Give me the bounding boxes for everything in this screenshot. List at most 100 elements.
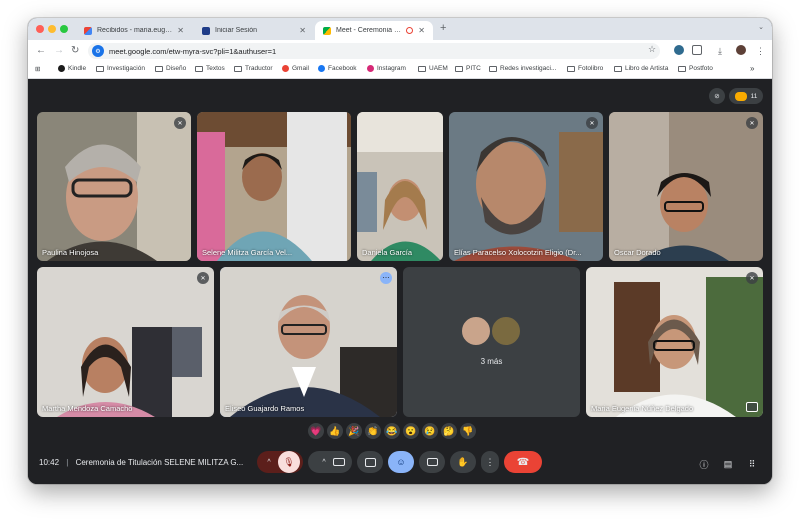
present-screen-button[interactable] [357, 451, 383, 473]
bookmark-label: Diseño [166, 65, 187, 72]
tab-strip: Recibidos - maria.eugenia@uaem.mx ✕ Inic… [28, 18, 772, 40]
participant-tile[interactable]: ✕ Oscar Dorado [609, 112, 763, 261]
bookmark-gmail[interactable]: Gmail [282, 65, 309, 72]
participant-tile[interactable]: Selene Militza García Vel... [197, 112, 351, 261]
camera-button[interactable] [333, 458, 345, 466]
reactions-bar: 💗 👍 🎉 👏 😂 😮 😢 🤔 👎 [308, 422, 476, 440]
kindle-icon [58, 65, 65, 72]
others-tile[interactable]: 3 más [403, 267, 580, 417]
reaction-thumbs-up-icon[interactable]: 👍 [327, 423, 343, 439]
participant-name: Daniela García [362, 248, 413, 257]
hand-icon: ✋ [457, 456, 469, 467]
tab-iniciar-sesion[interactable]: Iniciar Sesión ✕ [194, 21, 314, 40]
video-feed-oscar [609, 112, 763, 261]
reaction-thumbs-down-icon[interactable]: 👎 [460, 423, 476, 439]
bookmarks-overflow-button[interactable]: » [750, 64, 754, 73]
folder-icon [195, 65, 203, 72]
bookmark-diseno[interactable]: Diseño [155, 65, 186, 72]
bookmark-postfoto[interactable]: Postfoto [678, 65, 713, 72]
captions-button[interactable] [419, 451, 445, 473]
more-options-icon[interactable]: ⋯ [380, 272, 392, 284]
back-arrow-icon[interactable]: ← [36, 44, 46, 58]
tab-gmail[interactable]: Recibidos - maria.eugenia@uaem.mx ✕ [76, 21, 192, 40]
video-feed-paulina [37, 112, 191, 261]
raise-hand-button[interactable]: ✋ [450, 451, 476, 473]
bookmark-pitc[interactable]: PITC [455, 65, 481, 72]
participant-tile-speaking[interactable]: ⋯ Eliseo Guajardo Ramos [220, 267, 397, 417]
uaem-icon [202, 26, 210, 35]
chat-icon[interactable]: ▤ [721, 457, 735, 471]
forward-arrow-icon[interactable]: → [54, 44, 64, 58]
reaction-sad-icon[interactable]: 😢 [422, 423, 438, 439]
reaction-heart-icon[interactable]: 💗 [308, 423, 324, 439]
reload-icon[interactable]: ↻ [71, 44, 79, 58]
participant-tile[interactable]: ✕ Elías Paracelso Xolocotzin Eligio (Dr.… [449, 112, 603, 261]
zoom-window-button[interactable] [60, 25, 68, 33]
meeting-details-icon[interactable]: ⓘ [697, 457, 711, 471]
bookmark-star-icon[interactable]: ☆ [648, 44, 656, 55]
bookmark-kindle[interactable]: Kindle [58, 65, 86, 72]
close-window-button[interactable] [36, 25, 44, 33]
gmail-icon [84, 26, 92, 35]
new-tab-button[interactable]: + [440, 22, 446, 34]
mic-off-button[interactable]: 🎙 [278, 451, 300, 473]
recording-icon [406, 27, 414, 34]
folder-icon [678, 65, 686, 72]
download-icon[interactable]: ⤓ [718, 44, 722, 58]
separator: | [66, 458, 69, 467]
mic-off-icon: ✕ [746, 272, 758, 284]
mic-options-chevron-icon[interactable]: ^ [260, 459, 278, 466]
bookmark-label: Kindle [68, 65, 87, 72]
tab-search-chevron-icon[interactable]: ⌄ [758, 23, 764, 31]
site-info-icon[interactable]: ⚙ [92, 45, 104, 57]
close-tab-icon[interactable]: ✕ [299, 26, 306, 35]
close-tab-icon[interactable]: ✕ [418, 26, 425, 35]
tile-expand-icon[interactable] [746, 402, 758, 412]
reaction-surprised-icon[interactable]: 😮 [403, 423, 419, 439]
close-tab-icon[interactable]: ✕ [177, 26, 184, 35]
profile-avatar[interactable] [736, 45, 746, 55]
reactions-button[interactable]: ☺ [388, 451, 414, 473]
bookmark-libro-de-artista[interactable]: Libro de Artista [614, 65, 668, 72]
participant-tile[interactable]: ✕ Paulina Hinojosa [37, 112, 191, 261]
folder-icon [489, 65, 497, 72]
bookmark-label: Gmail [292, 65, 309, 72]
bookmark-textos[interactable]: Textos [195, 65, 225, 72]
bookmark-investigacion[interactable]: Investigación [96, 65, 145, 72]
bookmark-fotolibro[interactable]: Fotolibro [567, 65, 603, 72]
apps-grid-icon[interactable]: ⊞ [35, 65, 40, 73]
participant-name: Oscar Dorado [614, 248, 661, 257]
more-participants-label: 3 más [480, 357, 503, 366]
activities-grid-icon[interactable]: ⠿ [745, 457, 759, 471]
reaction-thinking-icon[interactable]: 🤔 [441, 423, 457, 439]
camera-options-chevron-icon[interactable]: ^ [315, 459, 333, 466]
browser-menu-icon[interactable]: ⋮ [756, 44, 765, 58]
participant-tile[interactable]: ✕ Maria Eugenia Núñez Delgado [586, 267, 763, 417]
participant-tile[interactable]: ✕ Martha Mendoza Camacho [37, 267, 214, 417]
reaction-party-icon[interactable]: 🎉 [346, 423, 362, 439]
bookmark-redes[interactable]: Redes investigaci... [489, 65, 556, 72]
address-bar[interactable]: ⚙ meet.google.com/etw-myra-svc?pli=1&aut… [88, 43, 660, 59]
participants-button[interactable]: 11 [729, 88, 763, 104]
camera-off-icon[interactable]: ⊘ [709, 88, 725, 104]
bookmark-facebook[interactable]: Facebook [318, 65, 357, 72]
reaction-laugh-icon[interactable]: 😂 [384, 423, 400, 439]
minimize-window-button[interactable] [48, 25, 56, 33]
bookmark-traductor[interactable]: Traductor [234, 65, 273, 72]
extension-icon[interactable] [674, 45, 684, 55]
reaction-clap-icon[interactable]: 👏 [365, 423, 381, 439]
tab-meet[interactable]: Meet - Ceremonia de Titulació ✕ [315, 21, 433, 40]
extensions-puzzle-icon[interactable] [692, 45, 702, 55]
participant-tile[interactable]: Daniela García [357, 112, 443, 261]
hangup-icon: ☎ [516, 456, 530, 468]
bookmark-instagram[interactable]: Instagram [367, 65, 406, 72]
bookmark-label: Traductor [245, 65, 273, 72]
emoji-icon: ☺ [396, 457, 406, 467]
bookmark-uaem[interactable]: UAEM [418, 65, 448, 72]
participant-name: Martha Mendoza Camacho [42, 404, 133, 413]
tab-title: Meet - Ceremonia de Titulació [336, 27, 403, 34]
leave-call-button[interactable]: ☎ [504, 451, 542, 473]
more-vert-icon: ⋮ [485, 456, 495, 467]
participant-count: 11 [750, 92, 758, 100]
more-options-button[interactable]: ⋮ [481, 451, 499, 473]
